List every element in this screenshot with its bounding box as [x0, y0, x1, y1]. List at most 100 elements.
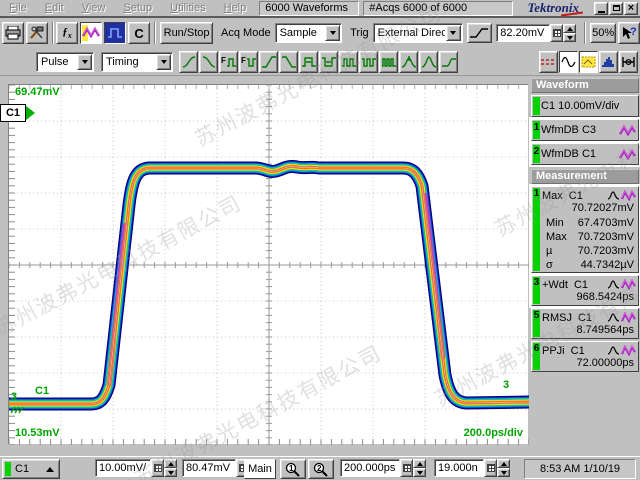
measurement-tile-poswidth[interactable]: 3 +Wdt C1 968.5424ps [531, 275, 639, 306]
measurement-tile-max[interactable]: 1 Max C1 70.72027mV Min67.4703mV Max70.7… [531, 186, 639, 273]
pulse-icon [107, 26, 123, 40]
acq-mode-select[interactable]: Sample [275, 23, 343, 43]
trigger-source-select[interactable]: External Direct [373, 23, 463, 43]
histogram-button[interactable] [599, 51, 618, 73]
vertical-scale-button[interactable]: C1 10.00mV/div [531, 95, 639, 117]
acq-mode-value: Sample [276, 27, 325, 39]
waveform-graticule[interactable]: 69.47mV 10.53mV 200.0ps/div C1 3 3 [8, 84, 528, 444]
meas-type-dropdown-button[interactable] [156, 54, 171, 70]
spin-down-button[interactable] [164, 468, 177, 477]
measurement-tile-ppji[interactable]: 6 PPJi C1 72.00000ps [531, 341, 639, 372]
hscale-keypad-button[interactable] [400, 459, 413, 477]
print-button[interactable] [2, 22, 24, 44]
pos-width-button[interactable] [299, 51, 318, 73]
wfmdb1-button[interactable]: 1 WfmDB C3 [531, 119, 639, 141]
menu-edit[interactable]: Edit [36, 1, 73, 15]
menu-setup[interactable]: Setup [114, 1, 161, 15]
spin-down-button[interactable] [497, 468, 510, 477]
neg-period-button[interactable] [359, 51, 378, 73]
spin-up-button[interactable] [413, 459, 426, 468]
menu-view[interactable]: View [73, 1, 115, 15]
meas-type-select[interactable]: Timing [101, 52, 173, 72]
waveform-section-header: Waveform [531, 78, 639, 93]
menu-help[interactable]: Help [215, 1, 256, 15]
channel-select-button[interactable]: C1 [2, 459, 60, 479]
waveform-database-button[interactable] [80, 22, 102, 44]
pulse-define-button[interactable] [104, 22, 126, 44]
period-icon [341, 55, 357, 69]
histogram-icon [601, 56, 616, 68]
spin-up-button[interactable] [563, 24, 576, 33]
spin-down-button[interactable] [563, 33, 576, 42]
hpos-spinner[interactable] [497, 459, 510, 477]
minimize-button[interactable] [594, 2, 608, 15]
channel-position-marker[interactable]: C1 [0, 104, 36, 122]
eye-diagram-icon [621, 56, 636, 68]
trace-channel-label: C1 [35, 385, 49, 397]
spin-up-button[interactable] [164, 459, 177, 468]
vertical-offset-value: 80.47mV [186, 462, 230, 474]
utilities-tools-button[interactable] [26, 22, 48, 44]
restore-button[interactable] [609, 2, 623, 15]
window-top-voltage-label: 69.47mV [15, 86, 60, 98]
context-help-button[interactable]: ? [618, 22, 640, 44]
neg-cross-freq-button[interactable]: F [239, 51, 258, 73]
fx-icon: ƒx [62, 26, 72, 40]
vscale-spinner[interactable] [164, 459, 177, 477]
meas-name: PPJi [542, 345, 565, 357]
eye-diagram-button[interactable] [619, 51, 638, 73]
spin-down-button[interactable] [413, 468, 426, 477]
waveform-display-button[interactable] [559, 51, 578, 73]
zoom-in-button[interactable]: 1 [280, 459, 306, 479]
hpos-keypad-button[interactable] [484, 459, 497, 477]
display-zoom-button[interactable]: 50% [590, 23, 616, 43]
math-fx-button[interactable]: ƒx [56, 22, 78, 44]
horizontal-position-field[interactable]: 19.000n [434, 459, 484, 477]
stat-label: σ [546, 258, 553, 270]
fall-time-button[interactable] [199, 51, 218, 73]
meas-category-select[interactable]: Pulse [36, 52, 94, 72]
settle-step-button[interactable] [439, 51, 458, 73]
meas-category-dropdown-button[interactable] [77, 54, 92, 70]
pos-overshoot-button[interactable] [399, 51, 418, 73]
spin-up-button[interactable] [497, 459, 510, 468]
clear-button[interactable]: C [128, 22, 150, 44]
vertical-offset-field[interactable]: 80.47mV [182, 459, 236, 477]
pos-cross-freq-button[interactable]: F [219, 51, 238, 73]
pos-cross-freq-icon: F [221, 55, 237, 69]
vscale-keypad-button[interactable] [151, 459, 164, 477]
trigger-level-field[interactable]: 82.20mV [496, 24, 550, 42]
neg-slew-rate-button[interactable] [279, 51, 298, 73]
run-stop-button[interactable]: Run/Stop [160, 22, 213, 44]
rise-time-button[interactable] [179, 51, 198, 73]
wfmdb-toggle-button[interactable] [579, 51, 598, 73]
pos-slew-rate-button[interactable] [259, 51, 278, 73]
horizontal-scale-field[interactable]: 200.000ps [340, 459, 400, 477]
neg-cross-freq-icon: F [241, 55, 257, 69]
colorgrade-wave-icon [621, 312, 636, 323]
trigger-slope-button[interactable] [467, 23, 493, 43]
meas-color-stripe [533, 188, 540, 271]
trigger-dropdown-button[interactable] [446, 25, 461, 41]
tools-icon [29, 26, 45, 40]
menu-utilities[interactable]: Utilities [161, 1, 214, 15]
datetime-readout: 8:53 AM 1/10/19 [524, 459, 636, 479]
period-button[interactable] [339, 51, 358, 73]
chevron-down-icon [161, 60, 167, 64]
wfmdb2-button[interactable]: 2 WfmDB C1 [531, 143, 639, 165]
acq-mode-dropdown-button[interactable] [325, 25, 340, 41]
hscale-spinner[interactable] [413, 459, 426, 477]
neg-width-button[interactable] [319, 51, 338, 73]
vertical-scale-field[interactable]: 10.00mV/ [95, 459, 151, 477]
trigger-level-keypad-button[interactable] [550, 24, 563, 42]
measurement-tile-rmsj[interactable]: 5 RMSJ C1 8.749564ps [531, 308, 639, 339]
menu-file[interactable]: File [0, 1, 36, 15]
close-button[interactable] [624, 2, 638, 15]
burst-button[interactable] [379, 51, 398, 73]
cursors-button[interactable] [539, 51, 558, 73]
peak-amplitude-button[interactable] [419, 51, 438, 73]
zoom-out-button[interactable]: 2 [308, 459, 334, 479]
main-timebase-button[interactable]: Main [244, 459, 276, 479]
meas-value: 968.5424ps [532, 291, 638, 305]
trigger-level-spinner[interactable] [563, 24, 576, 42]
